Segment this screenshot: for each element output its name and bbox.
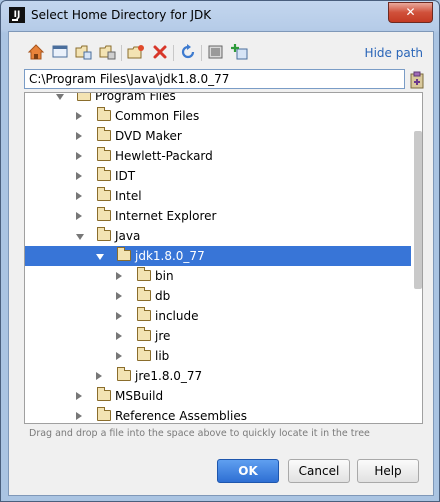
tree-row[interactable]: jre1.8.0_77 (25, 366, 411, 386)
tree-row-label: Java (115, 229, 141, 243)
expanded-arrow-icon[interactable] (96, 254, 104, 260)
paste-path-icon[interactable] (410, 71, 426, 89)
ok-button[interactable]: OK (217, 459, 279, 483)
tree-row-label: Reference Assemblies (115, 409, 247, 423)
folder-icon (97, 207, 111, 221)
tree-row[interactable]: jre (25, 326, 411, 346)
tree-row[interactable]: Internet Explorer (25, 206, 411, 226)
title-bar[interactable]: IJ Select Home Directory for JDK ✕ (1, 1, 439, 31)
toolbar-separator (173, 45, 174, 61)
dialog-title: Select Home Directory for JDK (31, 8, 212, 22)
project-folder-icon[interactable] (75, 43, 93, 61)
folder-icon (137, 267, 151, 281)
tree-row-label: include (155, 309, 199, 323)
tree-row[interactable]: Common Files (25, 106, 411, 126)
collapsed-arrow-icon[interactable] (76, 112, 82, 120)
collapsed-arrow-icon[interactable] (76, 132, 82, 140)
collapsed-arrow-icon[interactable] (76, 152, 82, 160)
intellij-app-icon: IJ (9, 7, 25, 23)
folder-icon (77, 93, 91, 101)
refresh-icon[interactable] (179, 43, 197, 61)
folder-icon (97, 187, 111, 201)
folder-icon (137, 287, 151, 301)
collapsed-arrow-icon[interactable] (116, 352, 122, 360)
tree-row[interactable]: include (25, 306, 411, 326)
folder-icon (97, 147, 111, 161)
tree-row-label: jre1.8.0_77 (135, 369, 203, 383)
tree-row-label: jre (155, 329, 171, 343)
folder-icon (97, 407, 111, 421)
close-button[interactable]: ✕ (388, 2, 433, 23)
folder-icon (137, 347, 151, 361)
toolbar-separator (121, 45, 122, 61)
tree-row-label: Intel (115, 189, 142, 203)
show-hidden-icon[interactable] (207, 43, 225, 61)
dialog-window: IJ Select Home Directory for JDK ✕ Hide … (0, 0, 440, 502)
tree-row[interactable]: Java (25, 226, 411, 246)
help-button[interactable]: Help (357, 459, 419, 483)
tree-row[interactable]: Program Files (25, 92, 411, 106)
collapsed-arrow-icon[interactable] (76, 192, 82, 200)
expanded-arrow-icon[interactable] (76, 234, 84, 240)
collapsed-arrow-icon[interactable] (96, 372, 102, 380)
home-icon[interactable] (27, 43, 45, 61)
collapsed-arrow-icon[interactable] (116, 312, 122, 320)
dialog-content: Hide path C:\Program Files\Java\jdk1.8.0… (8, 31, 434, 496)
tree-row-label: Program Files (95, 92, 176, 103)
file-tree[interactable]: Program Files Common Files DVD Maker Hewlet… (24, 92, 423, 424)
tree-row-label: MSBuild (115, 389, 164, 403)
folder-icon (137, 307, 151, 321)
new-folder-icon[interactable] (127, 43, 145, 61)
tree-row-label: Internet Explorer (115, 209, 217, 223)
tree-row[interactable]: Reference Assemblies (25, 406, 411, 423)
collapsed-arrow-icon[interactable] (76, 412, 82, 420)
collapsed-arrow-icon[interactable] (116, 332, 122, 340)
desktop-icon[interactable] (51, 43, 69, 61)
tree-row[interactable]: Intel (25, 186, 411, 206)
collapsed-arrow-icon[interactable] (76, 172, 82, 180)
tree-row[interactable]: db (25, 286, 411, 306)
tree-row-label: jdk1.8.0_77 (135, 249, 205, 263)
add-library-icon[interactable] (231, 43, 249, 61)
tree-row-label: lib (155, 349, 170, 363)
drag-drop-hint: Drag and drop a file into the space abov… (29, 428, 370, 439)
folder-icon (137, 327, 151, 341)
tree-row[interactable]: bin (25, 266, 411, 286)
hide-path-link[interactable]: Hide path (365, 46, 423, 60)
tree-row-label: IDT (115, 169, 136, 183)
tree-row[interactable]: MSBuild (25, 386, 411, 406)
tree-row-label: db (155, 289, 171, 303)
collapsed-arrow-icon[interactable] (76, 392, 82, 400)
tree-row-label: bin (155, 269, 174, 283)
scrollbar-thumb[interactable] (414, 131, 422, 289)
folder-icon (117, 247, 131, 261)
folder-icon (97, 167, 111, 181)
tree-row-label: Common Files (115, 109, 200, 123)
folder-icon (97, 227, 111, 241)
tree-row-label: Hewlett-Packard (115, 149, 213, 163)
folder-icon (97, 127, 111, 141)
folder-icon (117, 367, 131, 381)
collapsed-arrow-icon[interactable] (116, 272, 122, 280)
collapsed-arrow-icon[interactable] (76, 212, 82, 220)
tree-row[interactable]: Hewlett-Packard (25, 146, 411, 166)
expanded-arrow-icon[interactable] (56, 94, 64, 100)
tree-row-label: DVD Maker (115, 129, 182, 143)
tree-row-selected[interactable]: jdk1.8.0_77 (25, 246, 411, 266)
toolbar-separator (201, 45, 202, 61)
delete-icon[interactable] (151, 43, 169, 61)
tree-row[interactable]: DVD Maker (25, 126, 411, 146)
path-input[interactable]: C:\Program Files\Java\jdk1.8.0_77 (24, 69, 405, 89)
tree-scrollbar[interactable] (412, 93, 422, 423)
folder-icon (97, 387, 111, 401)
collapsed-arrow-icon[interactable] (116, 292, 122, 300)
tree-row[interactable]: lib (25, 346, 411, 366)
folder-icon (97, 107, 111, 121)
module-folder-icon[interactable] (99, 43, 117, 61)
cancel-button[interactable]: Cancel (288, 459, 350, 483)
tree-row[interactable]: IDT (25, 166, 411, 186)
